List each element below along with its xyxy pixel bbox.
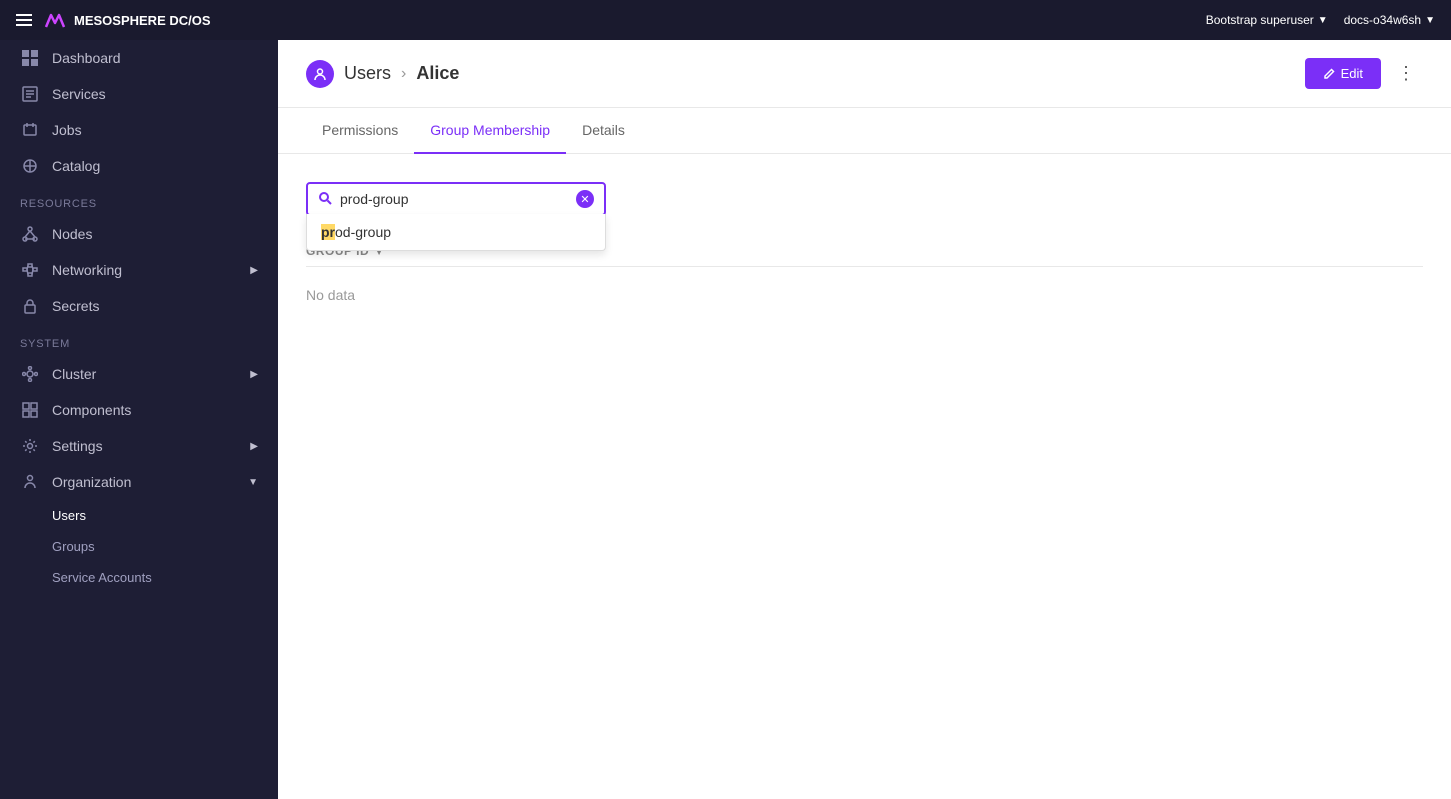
nodes-icon (20, 226, 40, 242)
breadcrumb-user-icon (306, 60, 334, 88)
search-dropdown-item[interactable]: prod-group (307, 214, 605, 250)
layout: Dashboard Services Jobs Catalog Resource… (0, 40, 1451, 799)
topbar-user-label: Bootstrap superuser (1206, 13, 1314, 27)
sidebar-item-secrets-label: Secrets (52, 298, 99, 314)
main-content: Users › Alice Edit ⋮ Permissions Group M… (278, 40, 1451, 799)
tab-content: ✕ prod-group Group ID ▼ No data (278, 154, 1451, 799)
components-icon (20, 402, 40, 418)
sidebar-item-cluster-label: Cluster (52, 366, 96, 382)
sidebar-subitem-users[interactable]: Users (0, 500, 278, 531)
sidebar-item-catalog[interactable]: Catalog (0, 148, 278, 184)
breadcrumb: Users › Alice (306, 60, 459, 88)
topbar-cluster-menu[interactable]: docs-o34w6sh ▼ (1344, 13, 1435, 27)
organization-icon (20, 474, 40, 490)
tab-details-label: Details (582, 122, 625, 138)
topbar-left: MESOSPHERE DC/OS (16, 11, 211, 29)
logo-text: MESOSPHERE DC/OS (74, 13, 211, 28)
sidebar-item-settings[interactable]: Settings ▶ (0, 428, 278, 464)
breadcrumb-separator: › (401, 65, 406, 83)
sidebar-item-jobs-label: Jobs (52, 122, 82, 138)
edit-button[interactable]: Edit (1305, 58, 1381, 89)
topbar-right: Bootstrap superuser ▼ docs-o34w6sh ▼ (1206, 13, 1435, 27)
page-header-actions: Edit ⋮ (1305, 58, 1423, 89)
breadcrumb-parent[interactable]: Users (344, 63, 391, 84)
resources-section-label: Resources (0, 184, 278, 216)
page-header: Users › Alice Edit ⋮ (278, 40, 1451, 108)
tabs: Permissions Group Membership Details (278, 108, 1451, 154)
sidebar-subitem-users-label: Users (52, 508, 86, 523)
edit-button-label: Edit (1341, 66, 1363, 81)
tab-permissions[interactable]: Permissions (306, 108, 414, 154)
organization-subitems: Users Groups Service Accounts (0, 500, 278, 593)
unhighlight-text: od-group (335, 224, 391, 240)
system-section-label: System (0, 324, 278, 356)
sidebar: Dashboard Services Jobs Catalog Resource… (0, 40, 278, 799)
settings-icon (20, 438, 40, 454)
topbar-cluster-label: docs-o34w6sh (1344, 13, 1421, 27)
no-data-message: No data (306, 267, 1423, 323)
sidebar-subitem-service-accounts-label: Service Accounts (52, 570, 152, 585)
user-chevron-icon: ▼ (1318, 15, 1328, 26)
cluster-icon (20, 366, 40, 382)
highlight-text: pr (321, 224, 335, 240)
sidebar-item-jobs[interactable]: Jobs (0, 112, 278, 148)
sidebar-item-services[interactable]: Services (0, 76, 278, 112)
networking-icon (20, 262, 40, 278)
services-icon (20, 86, 40, 102)
sidebar-item-components[interactable]: Components (0, 392, 278, 428)
secrets-icon (20, 298, 40, 314)
catalog-icon (20, 158, 40, 174)
group-search-input[interactable] (340, 191, 576, 207)
more-icon: ⋮ (1397, 63, 1415, 84)
sidebar-item-catalog-label: Catalog (52, 158, 100, 174)
search-clear-button[interactable]: ✕ (576, 190, 594, 208)
search-icon (318, 191, 332, 208)
sidebar-subitem-groups-label: Groups (52, 539, 95, 554)
sidebar-item-organization[interactable]: Organization ▼ (0, 464, 278, 500)
sidebar-item-components-label: Components (52, 402, 131, 418)
cluster-chevron-icon: ▶ (250, 369, 258, 380)
sidebar-item-nodes-label: Nodes (52, 226, 92, 242)
cluster-chevron-icon: ▼ (1425, 15, 1435, 26)
sidebar-item-dashboard-label: Dashboard (52, 50, 121, 66)
mesosphere-logo-icon (44, 11, 66, 29)
search-dropdown: prod-group (306, 214, 606, 251)
hamburger-button[interactable] (16, 14, 32, 26)
sidebar-item-organization-label: Organization (52, 474, 131, 490)
sidebar-item-networking-label: Networking (52, 262, 122, 278)
tab-permissions-label: Permissions (322, 122, 398, 138)
breadcrumb-current: Alice (416, 63, 459, 84)
tab-group-membership-label: Group Membership (430, 122, 550, 138)
sidebar-item-settings-label: Settings (52, 438, 103, 454)
topbar-logo: MESOSPHERE DC/OS (44, 11, 211, 29)
sidebar-subitem-service-accounts[interactable]: Service Accounts (0, 562, 278, 593)
tab-details[interactable]: Details (566, 108, 641, 154)
networking-chevron-icon: ▶ (250, 265, 258, 276)
sidebar-subitem-groups[interactable]: Groups (0, 531, 278, 562)
sidebar-item-dashboard[interactable]: Dashboard (0, 40, 278, 76)
topbar: MESOSPHERE DC/OS Bootstrap superuser ▼ d… (0, 0, 1451, 40)
tab-group-membership[interactable]: Group Membership (414, 108, 566, 154)
jobs-icon (20, 122, 40, 138)
sidebar-item-nodes[interactable]: Nodes (0, 216, 278, 252)
dashboard-icon (20, 50, 40, 66)
search-input-wrapper: ✕ (306, 182, 606, 216)
organization-chevron-icon: ▼ (248, 477, 258, 488)
sidebar-item-networking[interactable]: Networking ▶ (0, 252, 278, 288)
more-actions-button[interactable]: ⋮ (1389, 59, 1423, 88)
sidebar-item-secrets[interactable]: Secrets (0, 288, 278, 324)
search-container: ✕ prod-group (306, 182, 606, 216)
topbar-user-menu[interactable]: Bootstrap superuser ▼ (1206, 13, 1328, 27)
sidebar-item-services-label: Services (52, 86, 106, 102)
edit-icon (1323, 68, 1335, 80)
settings-chevron-icon: ▶ (250, 441, 258, 452)
sidebar-item-cluster[interactable]: Cluster ▶ (0, 356, 278, 392)
